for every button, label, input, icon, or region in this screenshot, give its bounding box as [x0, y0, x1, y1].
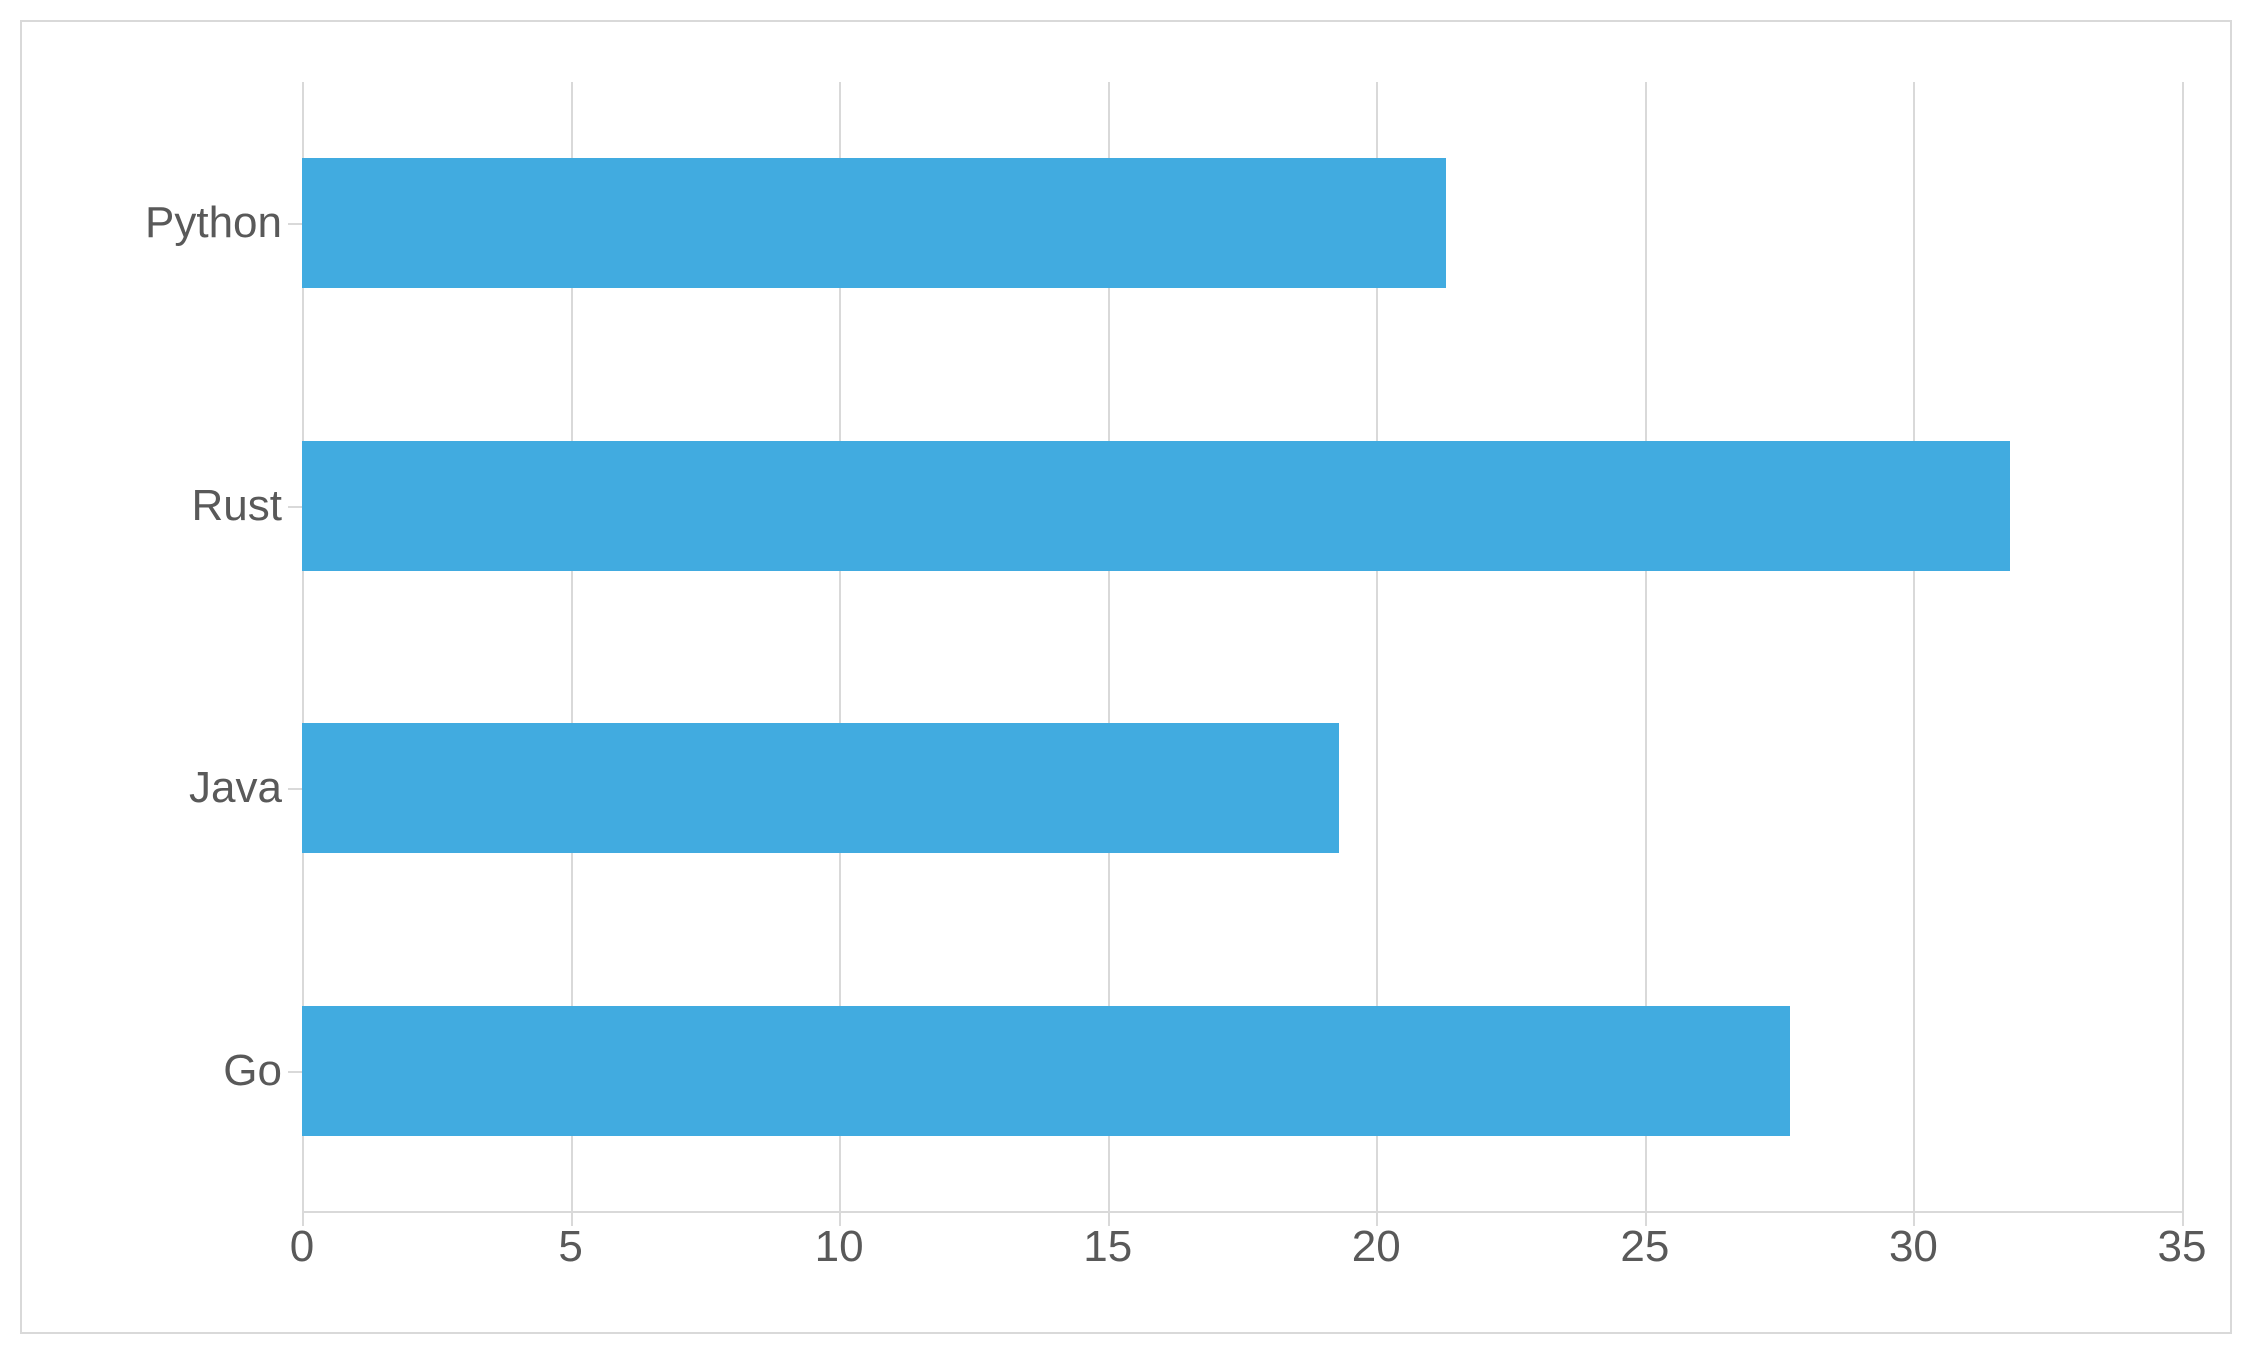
x-tick-label: 10: [799, 1222, 879, 1272]
y-tick-mark: [288, 506, 302, 508]
x-tick-label: 30: [1873, 1222, 1953, 1272]
bar: [302, 1006, 1790, 1136]
chart-frame: 0 5 10 15 20 25 30 35 Go Java Rust Python: [20, 20, 2232, 1334]
y-category-label: Java: [42, 763, 282, 813]
x-tick-label: 20: [1336, 1222, 1416, 1272]
bar: [302, 723, 1339, 853]
bar: [302, 158, 1446, 288]
y-tick-mark: [288, 223, 302, 225]
y-tick-mark: [288, 788, 302, 790]
y-category-label: Go: [42, 1046, 282, 1096]
gridline: [2182, 82, 2184, 1212]
x-tick-label: 0: [262, 1222, 342, 1272]
x-tick-label: 25: [1605, 1222, 1685, 1272]
x-tick-label: 35: [2142, 1222, 2222, 1272]
y-tick-mark: [288, 1071, 302, 1073]
x-tick-label: 15: [1068, 1222, 1148, 1272]
y-category-label: Python: [42, 198, 282, 248]
bar: [302, 441, 2010, 571]
x-tick-label: 5: [531, 1222, 611, 1272]
x-axis-line: [302, 1211, 2182, 1213]
y-category-label: Rust: [42, 481, 282, 531]
plot-area: [302, 82, 2182, 1212]
gridline: [1913, 82, 1915, 1212]
